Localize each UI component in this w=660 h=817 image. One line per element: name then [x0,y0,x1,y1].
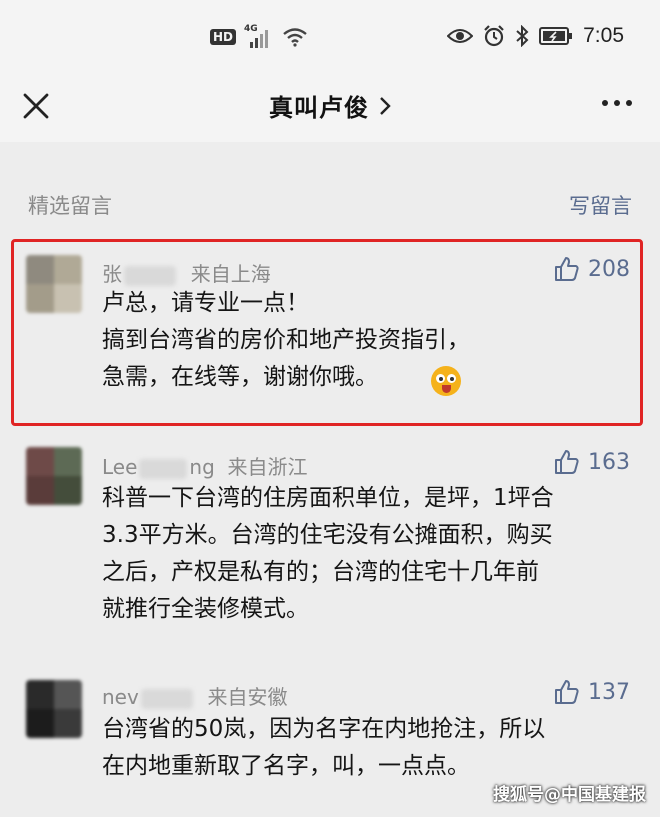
status-time: 7:05 [583,24,624,47]
avatar[interactable] [26,680,82,738]
avatar[interactable] [26,447,82,505]
thumbs-up-icon [555,257,579,281]
like-button[interactable]: 163 [554,449,630,475]
more-dot [614,100,620,106]
status-indicators-left: HD 4G [210,24,308,48]
cellular-signal-icon: 4G [244,24,274,48]
comment-line: 3.3平方米。台湾的住宅没有公摊面积，购买 [102,522,553,548]
more-options-button[interactable] [602,100,632,106]
redacted-name-mask [139,458,188,479]
more-dot [602,100,608,106]
watermark: 搜狐号@中国基建报 [493,785,646,805]
author-name: 张 [102,262,122,286]
eye-comfort-icon [447,29,474,43]
hd-voice-badge: HD [210,29,237,45]
author-name: nev [102,685,139,709]
comment-line: 急需，在线等，谢谢你哦。 [102,364,378,390]
comment-text: 卢总，请专业一点！ 搞到台湾省的房价和地产投资指引， 急需，在线等，谢谢你哦。 [102,285,637,396]
wifi-icon [283,28,307,47]
like-count: 163 [588,449,630,475]
author-location: 来自浙江 [227,455,308,479]
avatar[interactable] [26,255,82,313]
redacted-name-mask [140,688,193,709]
surprised-emoji-icon [431,366,461,396]
page-title: 真叫卢俊 [0,88,660,123]
more-dot [626,100,632,106]
thumbs-up-icon [555,680,579,704]
author-name: Lee [102,455,138,479]
alarm-icon [484,25,504,47]
comment-text: 科普一下台湾的住房面积单位，是坪，1坪合 3.3平方米。台湾的住宅没有公摊面积，… [102,480,637,628]
comment-line: 卢总，请专业一点！ [102,290,309,316]
comment-line: 台湾省的50岚，因为名字在内地抢注，所以 [102,716,546,742]
status-indicators-right: 7:05 [447,24,624,48]
account-name: 真叫卢俊 [269,94,369,122]
comment-line: 搞到台湾省的房价和地产投资指引， [102,327,470,353]
author-location: 来自上海 [190,262,271,286]
author-location: 来自安徽 [207,685,288,709]
like-button[interactable]: 208 [554,256,630,282]
write-comment-button[interactable]: 写留言 [569,190,632,220]
comment-author[interactable]: Lee ng 来自浙江 [102,451,308,480]
redacted-name-mask [124,265,176,286]
comment-line: 之后，产权是私有的；台湾的住宅十几年前 [102,559,539,585]
comment-line: 就推行全装修模式。 [102,596,309,622]
status-bar: HD 4G 7:05 [0,0,660,78]
chevron-right-icon [380,96,391,115]
like-count: 137 [588,679,630,705]
thumbs-up-icon [555,450,579,474]
account-title-link[interactable]: 真叫卢俊 [269,88,391,123]
battery-icon [539,27,573,45]
like-button[interactable]: 137 [554,679,630,705]
bluetooth-icon [516,25,529,47]
featured-comments-label: 精选留言 [28,194,112,218]
comment-author[interactable]: nev 来自安徽 [102,681,288,710]
comment-author[interactable]: 张 来自上海 [102,258,271,287]
like-count: 208 [588,256,630,282]
top-navigation-bar: 真叫卢俊 [0,78,660,142]
comment-text: 台湾省的50岚，因为名字在内地抢注，所以 在内地重新取了名字，叫，一点点。 [102,711,637,785]
comment-line: 科普一下台湾的住房面积单位，是坪，1坪合 [102,485,554,511]
